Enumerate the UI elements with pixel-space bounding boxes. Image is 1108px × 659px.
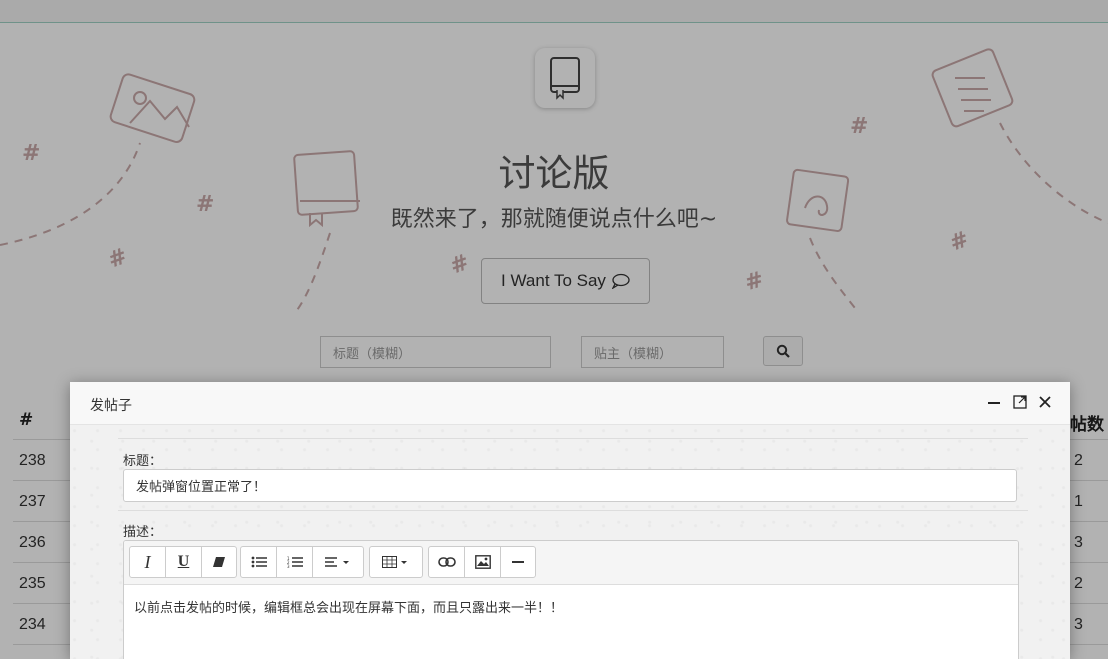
new-post-dialog: 发帖子 标题： 发帖弹窗位置正常了！ 描述： I U 1 2 3 以前点击发帖的…	[70, 382, 1070, 659]
numbered-list-icon[interactable]: 123	[277, 547, 313, 577]
close-icon[interactable]	[1036, 393, 1054, 411]
italic-button[interactable]: I	[130, 547, 166, 577]
editor-toolbar: I U 123	[124, 541, 1018, 585]
title-label: 标题：	[123, 454, 163, 469]
maximize-icon[interactable]	[1011, 393, 1029, 411]
minimize-icon[interactable]	[985, 393, 1003, 411]
link-icon[interactable]	[429, 547, 465, 577]
image-icon[interactable]	[465, 547, 501, 577]
dialog-title: 发帖子	[90, 398, 132, 414]
underline-button[interactable]: U	[166, 547, 202, 577]
table-dropdown-icon[interactable]	[370, 547, 422, 577]
bullet-list-icon[interactable]	[241, 547, 277, 577]
dialog-header: 发帖子	[70, 382, 1070, 425]
post-title-input[interactable]: 发帖弹窗位置正常了！	[123, 469, 1017, 502]
dialog-body: 标题： 发帖弹窗位置正常了！ 描述： I U 123 以前点击发帖的时候，编辑框…	[70, 425, 1070, 659]
post-description-text[interactable]: 以前点击发帖的时候，编辑框总会出现在屏幕下面，而且只露出来一半！！	[134, 597, 563, 616]
rich-text-editor: I U 123 以前点击发帖的时候，编辑框总会出现在屏幕下面，而且只露出来一半！…	[123, 540, 1019, 659]
horizontal-rule-icon[interactable]	[501, 547, 535, 577]
eraser-icon[interactable]	[202, 547, 236, 577]
svg-text:3: 3	[287, 564, 290, 568]
align-dropdown-icon[interactable]	[313, 547, 363, 577]
description-label: 描述：	[123, 525, 163, 540]
